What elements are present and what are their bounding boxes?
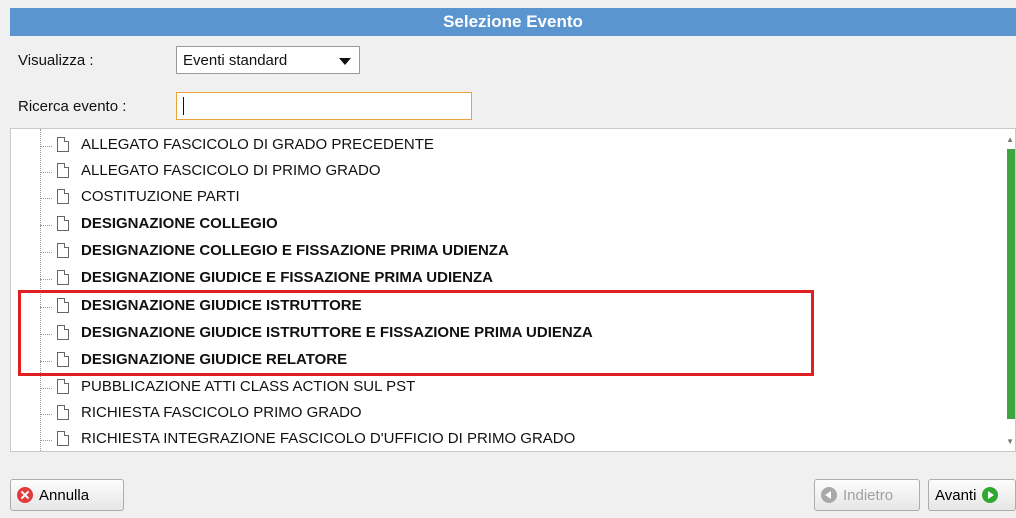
scroll-up-arrow-icon[interactable]: ▲ — [1006, 135, 1014, 144]
tree-branch — [40, 225, 52, 226]
event-label: DESIGNAZIONE COLLEGIO — [81, 215, 278, 232]
back-button[interactable]: Indietro — [814, 479, 920, 511]
tree-branch — [40, 252, 52, 253]
text-caret — [183, 97, 184, 115]
document-icon — [57, 163, 69, 178]
event-label: PUBBLICAZIONE ATTI CLASS ACTION SUL PST — [81, 378, 416, 395]
tree-branch — [40, 172, 52, 173]
list-item[interactable]: DESIGNAZIONE COLLEGIO — [31, 212, 931, 238]
document-icon — [57, 243, 69, 258]
back-button-label: Indietro — [843, 486, 894, 504]
document-icon — [57, 216, 69, 231]
search-label: Ricerca evento : — [18, 98, 127, 115]
tree-branch — [40, 388, 52, 389]
list-item[interactable]: ALLEGATO FASCICOLO DI PRIMO GRADO — [31, 159, 931, 185]
arrow-right-icon — [982, 487, 999, 503]
view-select-value: Eventi standard — [183, 52, 288, 69]
list-item[interactable]: DESIGNAZIONE GIUDICE E FISSAZIONE PRIMA … — [31, 266, 931, 292]
event-label: DESIGNAZIONE GIUDICE E FISSAZIONE PRIMA … — [81, 269, 493, 286]
next-button-label: Avanti — [935, 486, 977, 504]
list-item[interactable]: DESIGNAZIONE COLLEGIO E FISSAZIONE PRIMA… — [31, 239, 931, 265]
close-icon — [17, 487, 33, 503]
scroll-down-arrow-icon[interactable]: ▼ — [1006, 437, 1014, 446]
event-label: ALLEGATO FASCICOLO DI GRADO PRECEDENTE — [81, 136, 434, 153]
document-icon — [57, 270, 69, 285]
search-event-input[interactable] — [176, 92, 472, 120]
tree-branch — [40, 440, 52, 441]
event-label: RICHIESTA INTEGRAZIONE FASCICOLO D'UFFIC… — [81, 430, 576, 447]
document-icon — [57, 137, 69, 152]
cancel-button-label: Annulla — [39, 486, 90, 504]
highlight-box — [18, 290, 814, 376]
event-label: DESIGNAZIONE COLLEGIO E FISSAZIONE PRIMA… — [81, 242, 509, 259]
event-label: ALLEGATO FASCICOLO DI PRIMO GRADO — [81, 162, 381, 179]
list-item[interactable]: ALLEGATO FASCICOLO DI GRADO PRECEDENTE — [31, 133, 931, 159]
event-label: RICHIESTA FASCICOLO PRIMO GRADO — [81, 404, 362, 421]
document-icon — [57, 189, 69, 204]
arrow-left-icon — [821, 487, 837, 503]
tree-branch — [40, 198, 52, 199]
list-item[interactable]: RICHIESTA INTEGRAZIONE FASCICOLO D'UFFIC… — [31, 427, 931, 451]
event-label: COSTITUZIONE PARTI — [81, 188, 240, 205]
document-icon — [57, 379, 69, 394]
cancel-button[interactable]: Annulla — [10, 479, 124, 511]
chevron-down-icon[interactable] — [339, 58, 351, 65]
view-select[interactable]: Eventi standard — [176, 46, 360, 74]
tree-branch — [40, 279, 52, 280]
next-button[interactable]: Avanti — [928, 479, 1016, 511]
list-item[interactable]: PUBBLICAZIONE ATTI CLASS ACTION SUL PST — [31, 375, 931, 401]
vertical-scrollbar[interactable] — [1007, 149, 1015, 419]
document-icon — [57, 431, 69, 446]
view-label: Visualizza : — [18, 52, 94, 69]
tree-branch — [40, 146, 52, 147]
tree-branch — [40, 414, 52, 415]
list-item[interactable]: RICHIESTA FASCICOLO PRIMO GRADO — [31, 401, 931, 427]
document-icon — [57, 405, 69, 420]
window-title: Selezione Evento — [10, 8, 1016, 36]
list-item[interactable]: COSTITUZIONE PARTI — [31, 185, 931, 211]
